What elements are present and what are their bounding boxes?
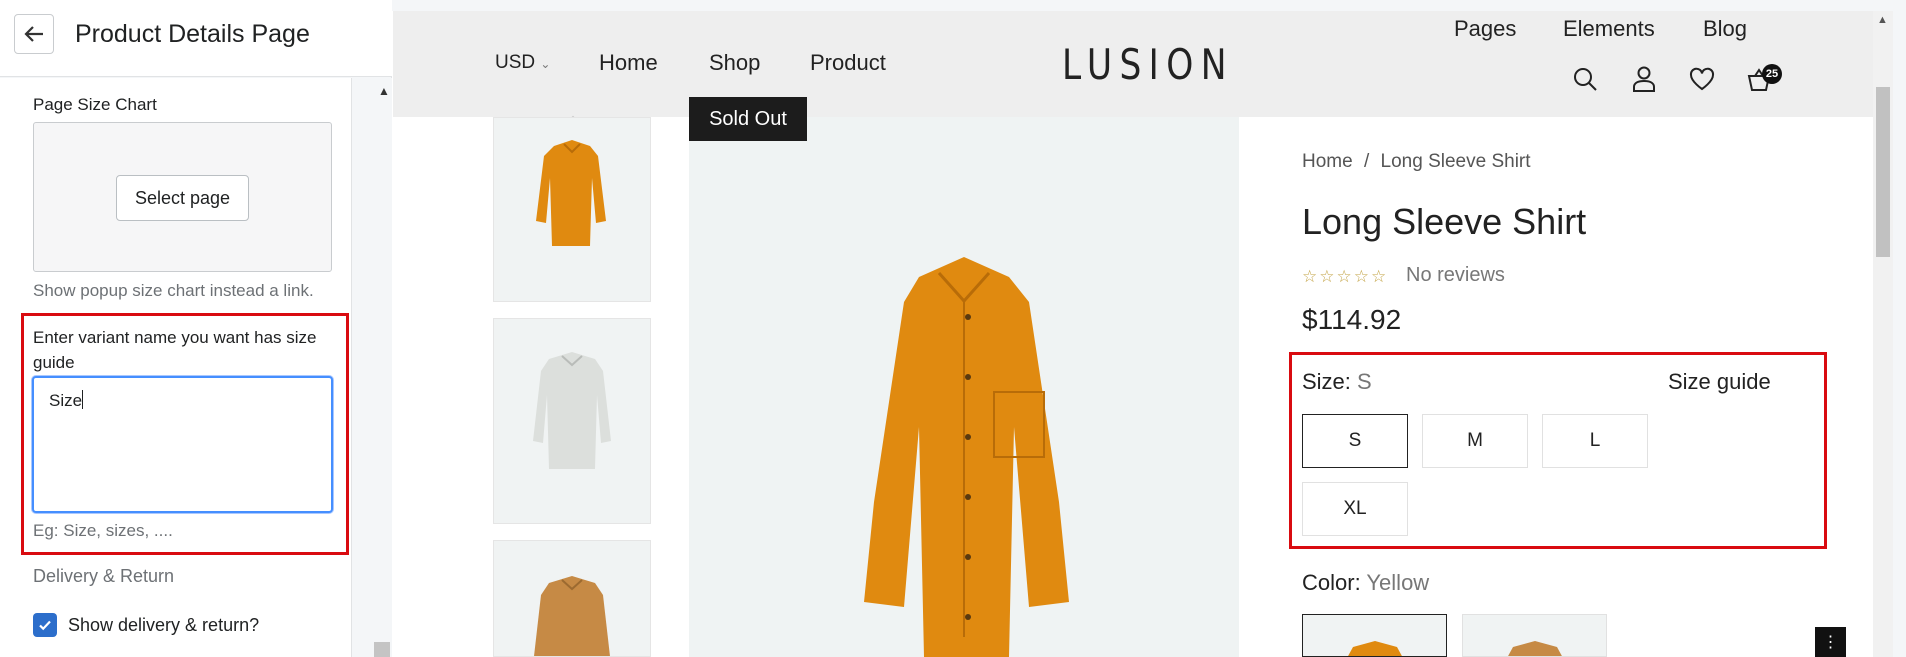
search-icon[interactable] bbox=[1572, 66, 1598, 92]
page-size-chart-label: Page Size Chart bbox=[33, 95, 157, 114]
size-option-l[interactable]: L bbox=[1542, 414, 1648, 468]
checkmark-icon bbox=[39, 620, 51, 631]
nav-elements[interactable]: Elements bbox=[1563, 16, 1655, 42]
preview-scroll-up-icon[interactable]: ▲ bbox=[1877, 14, 1888, 26]
select-page-button[interactable]: Select page bbox=[116, 175, 249, 221]
shirt-thumbnail-image bbox=[536, 140, 606, 246]
color-swatch-orange[interactable] bbox=[1302, 614, 1447, 657]
breadcrumb-current: Long Sleeve Shirt bbox=[1380, 151, 1531, 172]
editor-header: Product Details Page bbox=[0, 0, 392, 77]
editor-title: Product Details Page bbox=[75, 20, 310, 48]
preview-top-gap bbox=[392, 0, 1906, 11]
preview-scroll-thumb[interactable] bbox=[1876, 87, 1890, 257]
shirt-thumbnail-image bbox=[533, 576, 611, 657]
nav-home[interactable]: Home bbox=[599, 50, 658, 76]
user-icon[interactable] bbox=[1632, 65, 1656, 92]
preview-right-gap bbox=[1893, 0, 1906, 657]
more-options-icon[interactable]: ⋮ bbox=[1815, 627, 1846, 657]
editor-scroll-thumb[interactable] bbox=[374, 642, 390, 657]
nav-pages[interactable]: Pages bbox=[1454, 16, 1516, 42]
breadcrumb-separator: / bbox=[1363, 151, 1370, 172]
thumbnail-orange-shirt[interactable] bbox=[493, 117, 651, 302]
currency-selector[interactable]: USD ⌄ bbox=[495, 52, 550, 74]
main-product-image[interactable] bbox=[689, 117, 1239, 657]
variant-name-textarea[interactable]: Size bbox=[32, 376, 333, 513]
show-delivery-label: Show delivery & return? bbox=[68, 615, 260, 635]
back-button[interactable] bbox=[14, 14, 54, 54]
cart-count-badge: 25 bbox=[1762, 64, 1782, 84]
rating-stars-icon: ☆☆☆☆☆ bbox=[1302, 267, 1389, 286]
variant-name-label: Enter variant name you want has size gui… bbox=[33, 328, 317, 372]
size-option-label: Size: S bbox=[1302, 369, 1372, 395]
breadcrumb-home[interactable]: Home bbox=[1302, 151, 1353, 172]
store-logo[interactable]: LUSION bbox=[1062, 40, 1234, 89]
show-delivery-checkbox[interactable] bbox=[33, 613, 57, 637]
variant-name-value: Size bbox=[49, 391, 83, 410]
reviews-count[interactable]: No reviews bbox=[1406, 264, 1505, 287]
thumbnail-white-shirt[interactable] bbox=[493, 318, 651, 524]
variant-name-help: Eg: Size, sizes, .... bbox=[33, 521, 173, 540]
size-label-text: Size: bbox=[1302, 369, 1351, 394]
size-selected-value: S bbox=[1357, 369, 1372, 394]
text-caret bbox=[82, 390, 84, 409]
product-title: Long Sleeve Shirt bbox=[1302, 201, 1587, 242]
editor-scrollbar[interactable] bbox=[353, 78, 392, 657]
size-option-xl[interactable]: XL bbox=[1302, 482, 1408, 536]
size-option-s[interactable]: S bbox=[1302, 414, 1408, 468]
product-price: $114.92 bbox=[1302, 304, 1402, 335]
nav-product[interactable]: Product bbox=[810, 50, 886, 76]
thumbnail-tan-shirt[interactable] bbox=[493, 540, 651, 657]
popup-size-chart-help: Show popup size chart instead a link. bbox=[33, 281, 314, 300]
shirt-thumbnail-image bbox=[533, 352, 611, 469]
currency-value: USD bbox=[495, 52, 536, 73]
color-selected-value: Yellow bbox=[1366, 570, 1430, 595]
heart-icon[interactable] bbox=[1689, 67, 1715, 91]
color-swatch-tan[interactable] bbox=[1462, 614, 1607, 657]
sold-out-badge: Sold Out bbox=[689, 97, 807, 141]
orange-shirt-image bbox=[864, 257, 1069, 657]
color-label-text: Color: bbox=[1302, 570, 1361, 595]
color-option-label: Color: Yellow bbox=[1302, 570, 1429, 596]
chevron-down-icon: ⌄ bbox=[540, 57, 551, 71]
size-option-m[interactable]: M bbox=[1422, 414, 1528, 468]
delivery-return-heading: Delivery & Return bbox=[33, 566, 175, 586]
size-guide-link[interactable]: Size guide bbox=[1668, 369, 1771, 395]
swatch-shirt-image bbox=[1508, 641, 1562, 656]
arrow-left-icon bbox=[24, 26, 43, 42]
breadcrumb: Home / Long Sleeve Shirt bbox=[1302, 151, 1531, 173]
scroll-up-icon[interactable]: ▲ bbox=[378, 84, 390, 98]
nav-shop[interactable]: Shop bbox=[709, 50, 760, 76]
nav-blog[interactable]: Blog bbox=[1703, 16, 1747, 42]
swatch-shirt-image bbox=[1348, 641, 1402, 656]
